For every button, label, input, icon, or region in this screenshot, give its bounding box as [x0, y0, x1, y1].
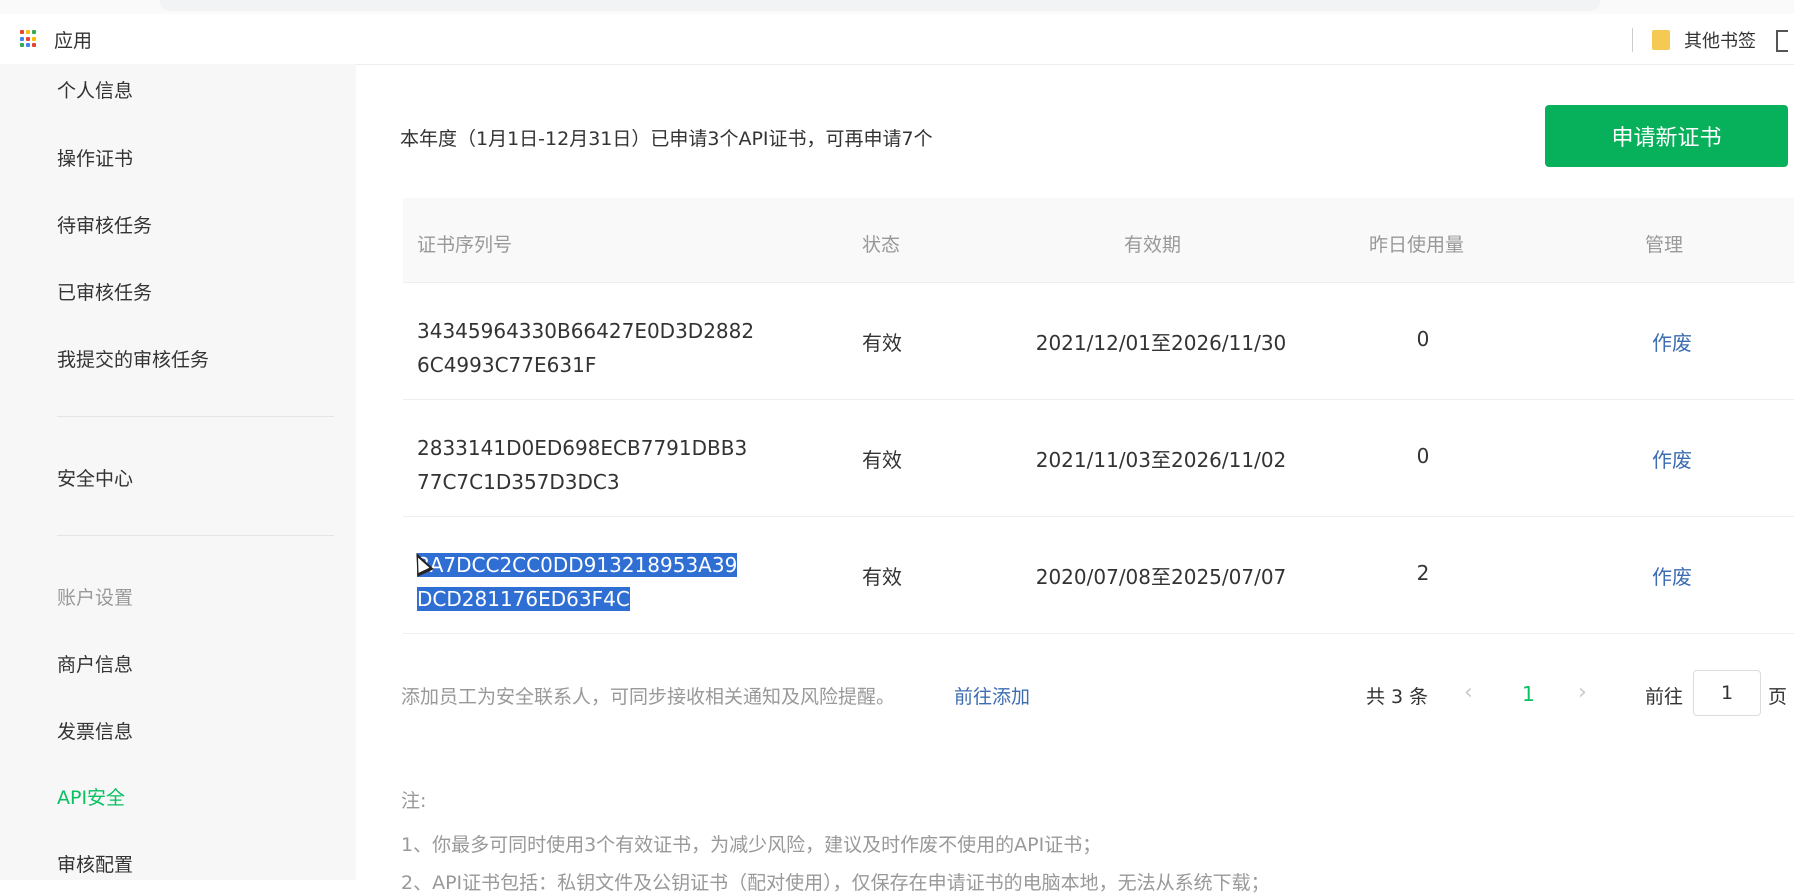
pager-total: 共 3 条 — [1366, 686, 1429, 708]
usage-count: 0 — [1416, 444, 1430, 468]
table-row: 2833141D0ED698ECB7791DBB3 77C7C1D357D3DC… — [403, 400, 1794, 517]
serial-line-selected[interactable]: DCD281176ED63F4C — [417, 587, 630, 611]
status-text: 有效 — [862, 448, 902, 472]
column-header-manage: 管理 — [1645, 234, 1684, 256]
pager-goto-label: 前往 — [1645, 686, 1684, 708]
void-cert-link[interactable]: 作废 — [1652, 444, 1692, 473]
column-header-usage: 昨日使用量 — [1369, 234, 1465, 256]
other-bookmarks-label[interactable]: 其他书签 — [1684, 27, 1756, 53]
serial-line: 77C7C1D357D3DC3 — [417, 470, 620, 494]
table-header: 证书序列号 状态 有效期 昨日使用量 管理 — [403, 198, 1794, 283]
serial-line: 34345964330B66427E0D3D2882 — [417, 319, 755, 343]
sidebar-item-pending-review[interactable]: 待审核任务 — [57, 211, 152, 238]
validity-period: 2021/11/03至2026/11/02 — [1035, 448, 1287, 472]
serial-line: 6C4993C77E631F — [417, 353, 597, 377]
pager-unit-label: 页 — [1768, 686, 1788, 708]
note-item: 2、API证书包括：私钥文件及公钥证书（配对使用），仅保存在申请证书的电脑本地，… — [401, 872, 1270, 894]
sidebar-item-personal-info[interactable]: 个人信息 — [57, 76, 133, 103]
sidebar-item-operation-cert[interactable]: 操作证书 — [57, 144, 133, 171]
cert-table: 证书序列号 状态 有效期 昨日使用量 管理 34345964330B66427E… — [403, 198, 1794, 634]
validity-period: 2020/07/08至2025/07/07 — [1035, 565, 1287, 589]
reading-list-icon[interactable] — [1776, 30, 1788, 52]
usage-count: 0 — [1416, 327, 1430, 351]
column-header-status: 状态 — [862, 234, 901, 256]
sidebar-item-merchant-info[interactable]: 商户信息 — [57, 650, 133, 677]
contact-hint: 添加员工为安全联系人，可同步接收相关通知及风险提醒。 — [401, 686, 896, 708]
table-row: 34345964330B66427E0D3D2882 6C4993C77E631… — [403, 283, 1794, 400]
sidebar-item-invoice-info[interactable]: 发票信息 — [57, 717, 133, 744]
sidebar — [0, 64, 356, 880]
serial-line: 2833141D0ED698ECB7791DBB3 — [417, 436, 748, 460]
sidebar-item-security-center[interactable]: 安全中心 — [57, 464, 133, 491]
usage-count: 2 — [1416, 561, 1430, 585]
go-add-link[interactable]: 前往添加 — [954, 682, 1030, 709]
pager-next-icon[interactable]: › — [1578, 680, 1587, 705]
pager-prev-icon[interactable]: ‹ — [1464, 680, 1473, 705]
sidebar-item-reviewed[interactable]: 已审核任务 — [57, 278, 152, 305]
apps-grid-icon[interactable] — [20, 30, 38, 48]
serial-line-selected[interactable]: 3A7DCC2CC0DD913218953A39 — [417, 553, 738, 577]
cert-serial: 3A7DCC2CC0DD913218953A39 DCD281176ED63F4… — [417, 548, 757, 616]
sidebar-item-review-config[interactable]: 审核配置 — [57, 850, 133, 877]
apply-new-cert-button[interactable]: 申请新证书 — [1545, 105, 1788, 167]
sidebar-group-account-settings: 账户设置 — [57, 587, 134, 609]
sidebar-item-api-security[interactable]: API安全 — [57, 783, 125, 810]
bookmarks-bar — [0, 14, 1794, 65]
column-header-serial: 证书序列号 — [417, 234, 513, 256]
quota-summary: 本年度（1月1日-12月31日）已申请3个API证书，可再申请7个 — [400, 128, 933, 150]
column-header-validity: 有效期 — [1124, 234, 1182, 256]
notes-title: 注: — [401, 790, 427, 812]
sidebar-item-my-submitted[interactable]: 我提交的审核任务 — [57, 345, 209, 372]
void-cert-link[interactable]: 作废 — [1652, 327, 1692, 356]
bookmarks-divider — [1632, 28, 1633, 52]
cert-serial: 2833141D0ED698ECB7791DBB3 77C7C1D357D3DC… — [417, 431, 757, 499]
validity-period: 2021/12/01至2026/11/30 — [1035, 331, 1287, 355]
table-row: 3A7DCC2CC0DD913218953A39 DCD281176ED63F4… — [403, 517, 1794, 634]
pager-current-page[interactable]: 1 — [1522, 682, 1535, 706]
apps-bookmark-label[interactable]: 应用 — [54, 26, 92, 53]
sidebar-divider — [57, 535, 334, 536]
note-item: 1、你最多可同时使用3个有效证书，为减少风险，建议及时作废不使用的API证书； — [401, 834, 1102, 856]
void-cert-link[interactable]: 作废 — [1652, 561, 1692, 590]
pager-goto-input[interactable] — [1693, 670, 1761, 716]
sidebar-divider — [57, 416, 334, 417]
cert-serial: 34345964330B66427E0D3D2882 6C4993C77E631… — [417, 314, 757, 382]
address-bar[interactable] — [160, 0, 1600, 11]
folder-icon[interactable] — [1652, 30, 1670, 50]
status-text: 有效 — [862, 331, 902, 355]
status-text: 有效 — [862, 565, 902, 589]
